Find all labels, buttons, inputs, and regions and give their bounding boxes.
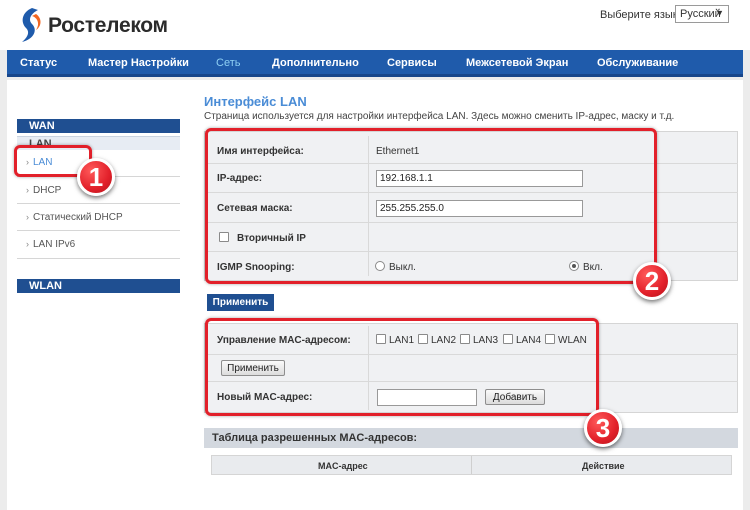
apply-button[interactable]: Применить [207,294,274,311]
page-description: Страница используется для настройки инте… [204,111,675,122]
bullet-icon: › [26,185,29,195]
sidebar-item-static-dhcp[interactable]: › Статический DHCP [26,212,123,223]
annotation-box-3 [205,318,599,416]
chevron-down-icon: ▼ [715,8,724,18]
annotation-box-2 [205,128,657,284]
sidebar-item-label: DHCP [33,185,62,196]
sidebar-item-label: Статический DHCP [33,212,123,223]
sidebar-item-lan-ipv6[interactable]: › LAN IPv6 [26,239,75,250]
brand-name: Ростелеком [48,14,168,37]
bullet-icon: › [26,239,29,249]
language-label: Выберите язык: [600,9,681,21]
nav-advanced[interactable]: Дополнительно [272,57,359,69]
page-title: Интерфейс LAN [204,94,307,109]
nav-services[interactable]: Сервисы [387,57,437,69]
nav-maintenance[interactable]: Обслуживание [597,57,678,69]
bullet-icon: › [26,212,29,222]
nav-network[interactable]: Сеть [216,57,240,69]
sidebar-wlan[interactable]: WLAN [17,279,180,293]
sidebar-item-dhcp[interactable]: › DHCP [26,185,61,196]
annotation-badge-3: 3 [584,409,622,447]
header: Ростелеком Выберите язык: Русский ▼ [0,0,750,50]
mac-table-title: Таблица разрешенных MAC-адресов: [204,428,738,448]
rostelecom-logo-icon [22,8,41,42]
nav-status[interactable]: Статус [20,57,57,69]
sidebar-divider [17,258,180,259]
main-nav: Статус Мастер Настройки Сеть Дополнитель… [7,50,743,77]
column-divider [471,456,472,474]
annotation-badge-2: 2 [633,262,671,300]
mac-table: MAC-адрес Действие [211,455,732,475]
nav-setup-wizard[interactable]: Мастер Настройки [88,57,189,69]
sidebar-item-label: LAN IPv6 [33,239,76,250]
sidebar-divider [17,230,180,231]
annotation-badge-1: 1 [77,158,115,196]
action-column-header: Действие [582,461,625,471]
mac-column-header: MAC-адрес [318,461,368,471]
language-select[interactable]: Русский ▼ [675,5,729,23]
sidebar-wan[interactable]: WAN [17,119,180,133]
sidebar-divider [17,203,180,204]
nav-firewall[interactable]: Межсетевой Экран [466,57,568,69]
